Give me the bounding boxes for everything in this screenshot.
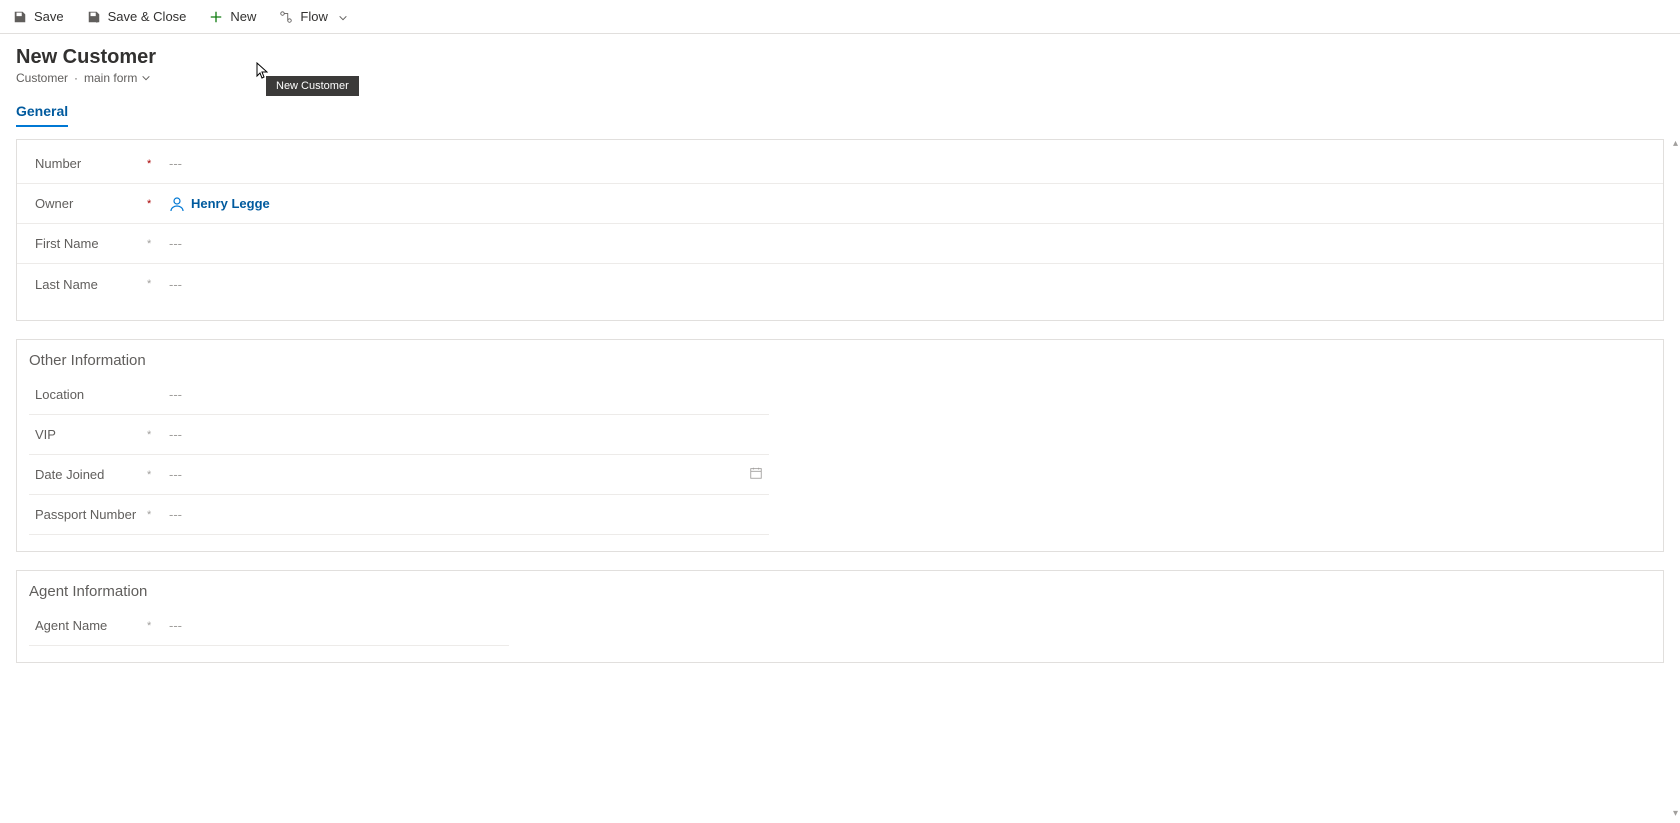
field-first-name[interactable]: First Name * — [17, 224, 1663, 264]
flow-icon — [278, 9, 294, 25]
field-owner-label: Owner — [29, 196, 147, 211]
field-date-joined[interactable]: Date Joined * — [29, 455, 769, 495]
field-location-value[interactable] — [165, 387, 769, 402]
chevron-down-icon — [141, 73, 151, 83]
chevron-down-icon — [338, 11, 350, 23]
required-indicator: * — [147, 620, 165, 632]
field-first-name-label: First Name — [29, 236, 147, 251]
field-passport-value[interactable] — [165, 507, 769, 522]
save-close-label: Save & Close — [108, 9, 187, 24]
owner-name: Henry Legge — [191, 196, 270, 211]
new-button[interactable]: New — [204, 5, 260, 29]
vip-input[interactable] — [169, 427, 769, 442]
save-icon — [12, 9, 28, 25]
field-passport[interactable]: Passport Number * — [29, 495, 769, 535]
required-indicator: * — [147, 158, 165, 170]
section-agent-information: Agent Information Agent Name * — [16, 570, 1664, 663]
flow-label: Flow — [300, 9, 327, 24]
field-number-label: Number — [29, 156, 147, 171]
field-last-name[interactable]: Last Name * — [17, 264, 1663, 304]
form-header: New Customer Customer · main form — [0, 34, 1680, 89]
page-title: New Customer — [16, 46, 1664, 69]
field-last-name-label: Last Name — [29, 277, 147, 292]
section-general: Number * Owner * Henry Legge First Name … — [16, 139, 1664, 321]
field-number-value[interactable] — [165, 156, 1651, 171]
required-indicator: * — [147, 469, 165, 481]
field-last-name-value[interactable] — [165, 277, 1651, 292]
first-name-input[interactable] — [169, 236, 1651, 251]
form-body: Number * Owner * Henry Legge First Name … — [0, 127, 1680, 711]
tab-list: General — [0, 89, 1680, 127]
entity-label: Customer — [16, 71, 68, 85]
required-indicator: * — [147, 278, 165, 290]
section-other-information: Other Information Location VIP * Date Jo… — [16, 339, 1664, 552]
field-date-joined-value[interactable] — [165, 466, 769, 483]
required-indicator: * — [147, 429, 165, 441]
field-agent-name-label: Agent Name — [29, 618, 147, 633]
field-owner-value[interactable]: Henry Legge — [165, 196, 1651, 212]
separator-dot: · — [74, 71, 78, 85]
required-indicator: * — [147, 509, 165, 521]
save-button[interactable]: Save — [8, 5, 68, 29]
save-close-button[interactable]: Save & Close — [82, 5, 191, 29]
number-input[interactable] — [169, 156, 1651, 171]
form-subtitle: Customer · main form — [16, 71, 1664, 85]
scroll-hint: ▾ — [1673, 808, 1678, 819]
form-selector-label: main form — [84, 71, 137, 85]
field-location[interactable]: Location — [29, 375, 769, 415]
date-joined-input[interactable] — [169, 467, 743, 482]
field-passport-label: Passport Number — [29, 507, 147, 522]
tooltip: New Customer — [266, 76, 359, 96]
required-indicator: * — [147, 238, 165, 250]
last-name-input[interactable] — [169, 277, 1651, 292]
flow-button[interactable]: Flow — [274, 5, 353, 29]
section-agent-title: Agent Information — [17, 575, 1663, 606]
field-vip-label: VIP — [29, 427, 147, 442]
location-input[interactable] — [169, 387, 769, 402]
plus-icon — [208, 9, 224, 25]
passport-input[interactable] — [169, 507, 769, 522]
calendar-icon[interactable] — [749, 466, 763, 483]
new-label: New — [230, 9, 256, 24]
field-vip-value[interactable] — [165, 427, 769, 442]
required-indicator: * — [147, 198, 165, 210]
scroll-hint: ▴ — [1673, 138, 1678, 149]
save-label: Save — [34, 9, 64, 24]
tab-general[interactable]: General — [16, 103, 68, 127]
field-date-joined-label: Date Joined — [29, 467, 147, 482]
owner-lookup-chip[interactable]: Henry Legge — [169, 196, 270, 212]
command-bar: Save Save & Close New Flow — [0, 0, 1680, 34]
person-icon — [169, 196, 185, 212]
field-agent-name-value[interactable] — [165, 618, 509, 633]
field-vip[interactable]: VIP * — [29, 415, 769, 455]
agent-name-input[interactable] — [169, 618, 509, 633]
field-location-label: Location — [29, 387, 147, 402]
section-other-title: Other Information — [17, 344, 1663, 375]
field-number[interactable]: Number * — [17, 144, 1663, 184]
field-agent-name[interactable]: Agent Name * — [29, 606, 509, 646]
field-first-name-value[interactable] — [165, 236, 1651, 251]
field-owner[interactable]: Owner * Henry Legge — [17, 184, 1663, 224]
save-close-icon — [86, 9, 102, 25]
form-selector[interactable]: main form — [84, 71, 151, 85]
